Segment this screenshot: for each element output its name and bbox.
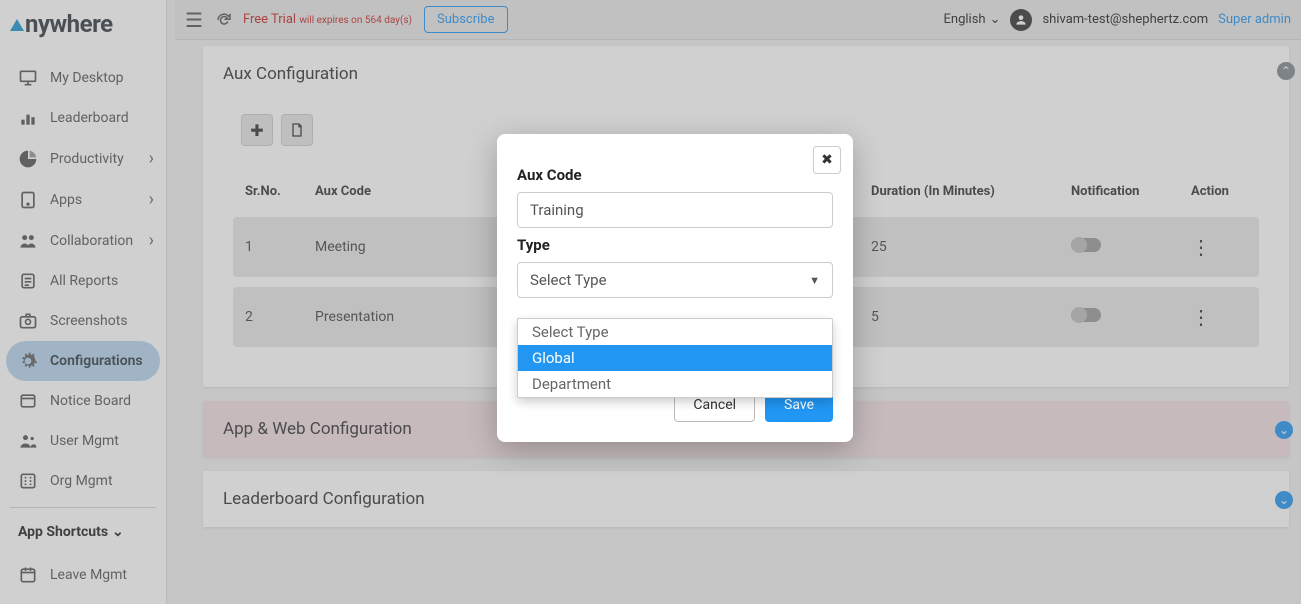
dropdown-option[interactable]: Department	[518, 371, 832, 397]
type-select[interactable]: Select Type ▼	[517, 262, 833, 298]
select-placeholder: Select Type	[530, 271, 607, 289]
close-button[interactable]: ✖	[813, 146, 841, 174]
type-dropdown: Select Type Global Department	[517, 318, 833, 398]
type-label: Type	[517, 236, 833, 254]
aux-code-modal: ✖ Aux Code Type Select Type ▼ Select Typ…	[497, 134, 853, 442]
dropdown-option[interactable]: Global	[518, 345, 832, 371]
aux-code-label: Aux Code	[517, 166, 833, 184]
chevron-down-icon: ▼	[809, 274, 820, 287]
dropdown-option[interactable]: Select Type	[518, 319, 832, 345]
aux-code-input[interactable]	[517, 192, 833, 228]
